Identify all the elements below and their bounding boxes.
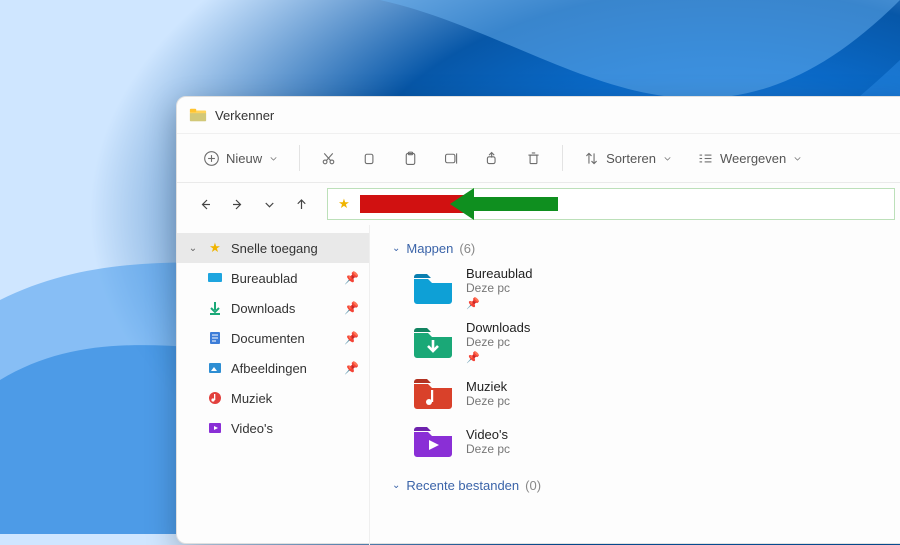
- sort-icon: [583, 150, 600, 167]
- tile-sub: Deze pc: [466, 442, 510, 456]
- chevron-down-icon: ⌄: [392, 243, 400, 254]
- tile-name: Downloads: [466, 320, 530, 335]
- content-area: ⌄ Mappen (6) Bureaublad Deze pc 📌 Down: [370, 225, 900, 545]
- pin-icon: 📌: [344, 271, 359, 285]
- chevron-down-icon: ⌄: [392, 480, 400, 491]
- star-icon: ★: [336, 196, 352, 212]
- group-header-recent[interactable]: ⌄ Recente bestanden (0): [392, 478, 891, 493]
- nav-bar: ★: [177, 183, 900, 225]
- up-button[interactable]: [287, 190, 315, 218]
- group-count: (6): [459, 241, 475, 256]
- share-button[interactable]: [476, 142, 509, 174]
- sidebar-item-label: Video's: [231, 421, 359, 436]
- copy-button[interactable]: [353, 142, 386, 174]
- history-dropdown[interactable]: [255, 190, 283, 218]
- tile-name: Video's: [466, 427, 510, 442]
- sidebar-item-music[interactable]: Muziek: [177, 383, 369, 413]
- arrow-up-icon: [294, 197, 309, 212]
- address-redacted: [360, 195, 464, 213]
- separator: [562, 145, 563, 171]
- view-button[interactable]: Weergeven: [689, 142, 811, 174]
- tile-music[interactable]: Muziek Deze pc: [412, 374, 652, 412]
- sidebar-item-label: Downloads: [231, 301, 336, 316]
- sidebar-item-label: Bureaublad: [231, 271, 336, 286]
- document-icon: [207, 330, 223, 346]
- group-label: Recente bestanden: [406, 478, 519, 493]
- separator: [299, 145, 300, 171]
- rename-icon: [443, 150, 460, 167]
- arrow-left-icon: [198, 197, 213, 212]
- titlebar: Verkenner: [177, 97, 900, 134]
- sidebar-item-videos[interactable]: Video's: [177, 413, 369, 443]
- new-label: Nieuw: [226, 151, 262, 166]
- sidebar-item-label: Muziek: [231, 391, 359, 406]
- sidebar-item-desktop[interactable]: Bureaublad 📌: [177, 263, 369, 293]
- forward-button[interactable]: [223, 190, 251, 218]
- chevron-down-icon: [662, 153, 673, 164]
- new-button[interactable]: Nieuw: [195, 142, 287, 174]
- tile-name: Bureaublad: [466, 266, 533, 281]
- folder-grid: Bureaublad Deze pc 📌 Downloads Deze pc 📌: [412, 266, 891, 460]
- sidebar-item-label: Documenten: [231, 331, 336, 346]
- share-icon: [484, 150, 501, 167]
- sort-label: Sorteren: [606, 151, 656, 166]
- trash-icon: [525, 150, 542, 167]
- sidebar-item-documents[interactable]: Documenten 📌: [177, 323, 369, 353]
- address-bar[interactable]: ★: [327, 188, 895, 220]
- chevron-down-icon: [262, 197, 277, 212]
- tile-sub: Deze pc: [466, 281, 533, 295]
- sort-button[interactable]: Sorteren: [575, 142, 681, 174]
- tile-sub: Deze pc: [466, 335, 530, 349]
- window-title: Verkenner: [215, 108, 274, 123]
- pin-icon: 📌: [466, 351, 530, 364]
- sidebar-item-quick-access[interactable]: ⌄ ★ Snelle toegang: [177, 233, 369, 263]
- tile-sub: Deze pc: [466, 394, 510, 408]
- group-label: Mappen: [406, 241, 453, 256]
- image-icon: [207, 360, 223, 376]
- music-icon: [207, 390, 223, 406]
- chevron-down-icon: ⌄: [187, 243, 199, 254]
- chevron-down-icon: [792, 153, 803, 164]
- tile-desktop[interactable]: Bureaublad Deze pc 📌: [412, 266, 652, 310]
- cut-button[interactable]: [312, 142, 345, 174]
- sidebar-item-pictures[interactable]: Afbeeldingen 📌: [177, 353, 369, 383]
- sidebar-item-label: Snelle toegang: [231, 241, 359, 256]
- copy-icon: [361, 150, 378, 167]
- folder-icon: [412, 374, 454, 412]
- group-header-folders[interactable]: ⌄ Mappen (6): [392, 241, 891, 256]
- video-icon: [207, 420, 223, 436]
- tile-downloads[interactable]: Downloads Deze pc 📌: [412, 320, 652, 364]
- pin-icon: 📌: [344, 301, 359, 315]
- delete-button[interactable]: [517, 142, 550, 174]
- group-count: (0): [525, 478, 541, 493]
- sidebar: ⌄ ★ Snelle toegang Bureaublad 📌 Download…: [177, 225, 370, 545]
- desktop-icon: [207, 270, 223, 286]
- chevron-down-icon: [268, 153, 279, 164]
- download-icon: [207, 300, 223, 316]
- scissors-icon: [320, 150, 337, 167]
- pin-icon: 📌: [344, 331, 359, 345]
- sidebar-item-label: Afbeeldingen: [231, 361, 336, 376]
- tile-name: Muziek: [466, 379, 510, 394]
- explorer-window: Verkenner Nieuw Sorteren Weergeven: [176, 96, 900, 544]
- pin-icon: 📌: [466, 297, 533, 310]
- plus-icon: [203, 150, 220, 167]
- folder-icon: [412, 323, 454, 361]
- tile-videos[interactable]: Video's Deze pc: [412, 422, 652, 460]
- pin-icon: 📌: [344, 361, 359, 375]
- paste-button[interactable]: [394, 142, 427, 174]
- back-button[interactable]: [191, 190, 219, 218]
- view-icon: [697, 150, 714, 167]
- sidebar-item-downloads[interactable]: Downloads 📌: [177, 293, 369, 323]
- rename-button[interactable]: [435, 142, 468, 174]
- clipboard-icon: [402, 150, 419, 167]
- explorer-icon: [189, 106, 207, 124]
- folder-icon: [412, 269, 454, 307]
- view-label: Weergeven: [720, 151, 786, 166]
- toolbar: Nieuw Sorteren Weergeven: [177, 134, 900, 183]
- star-icon: ★: [207, 240, 223, 256]
- arrow-right-icon: [230, 197, 245, 212]
- annotation-arrow: [474, 197, 558, 211]
- folder-icon: [412, 422, 454, 460]
